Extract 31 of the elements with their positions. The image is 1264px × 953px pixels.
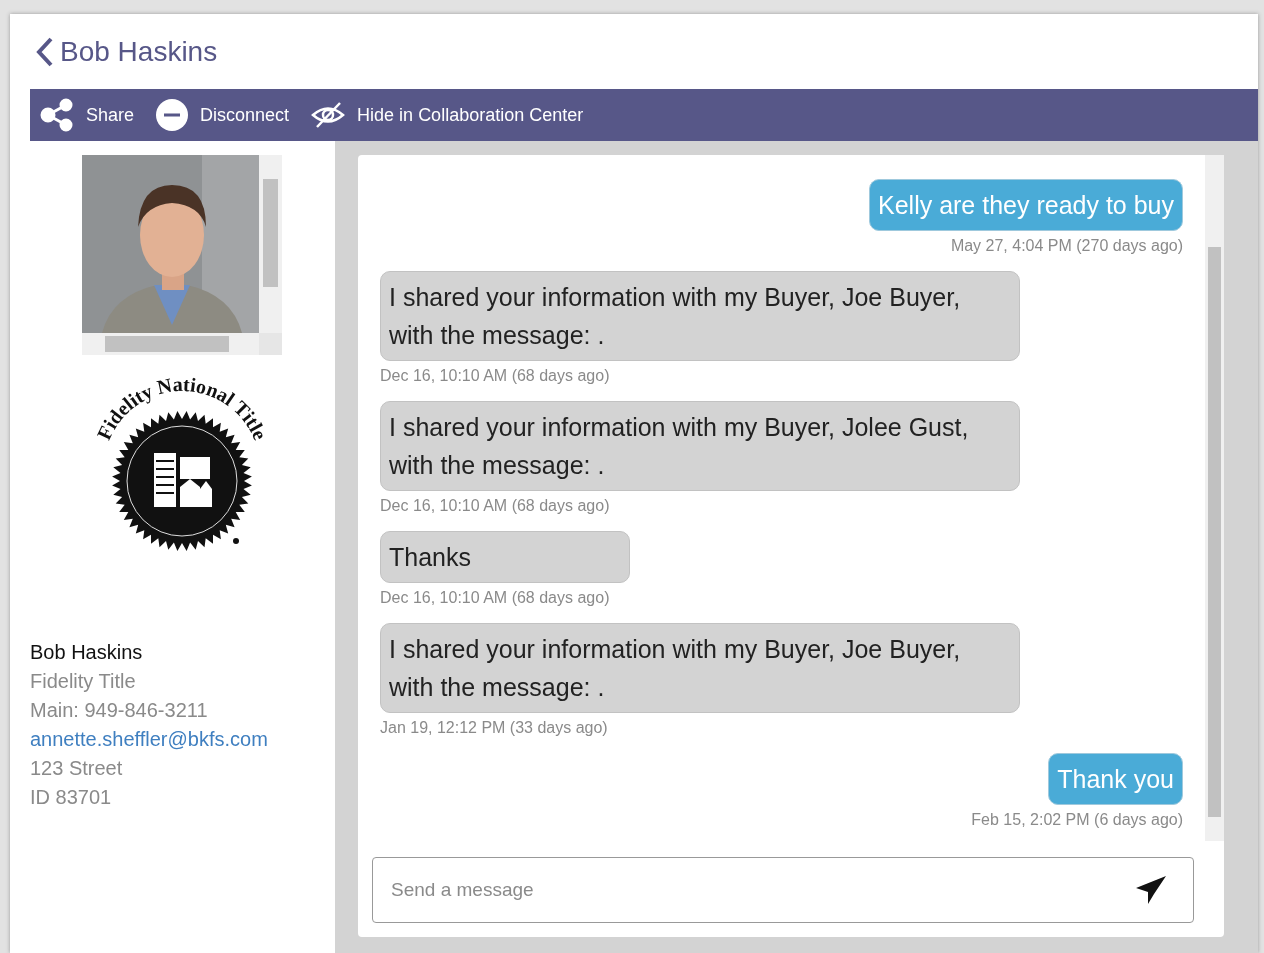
- disconnect-button[interactable]: Disconnect: [156, 99, 290, 131]
- address-line: ID 83701: [30, 786, 113, 809]
- message-bubble: I shared your information with my Buyer, Jolee Gust, with the message: .: [380, 401, 1020, 491]
- message-time: Dec 16, 10:10 AM (68 days ago): [380, 367, 610, 385]
- message-time: May 27, 4:04 PM (270 days ago): [950, 237, 1183, 255]
- message-bubble: I shared your information with my Buyer, Joe Buyer, with the message: .: [380, 623, 1020, 713]
- email-link[interactable]: annette.sheffler@bkfs.com: [30, 728, 335, 751]
- send-button[interactable]: [1134, 874, 1168, 906]
- message-bubble: Thank you: [1048, 753, 1183, 805]
- address-line: 123 Street: [30, 757, 124, 780]
- message-time: Jan 19, 12:12 PM (33 days ago): [380, 719, 608, 737]
- contact-title: Bob Haskins: [60, 35, 218, 68]
- scrollbar-corner: [259, 333, 282, 355]
- message-time: Dec 16, 10:10 AM (68 days ago): [380, 497, 610, 515]
- share-button[interactable]: Share: [40, 98, 135, 132]
- message-field[interactable]: Send a message: [372, 857, 1194, 923]
- message-bubble: Thanks: [380, 531, 630, 583]
- company-name: Fidelity Title: [30, 670, 137, 693]
- paper-plane-icon: [1134, 874, 1168, 906]
- eye-slash-icon: [311, 102, 346, 128]
- message-time: Dec 16, 10:10 AM (68 days ago): [380, 589, 610, 607]
- hide-button[interactable]: Hide in Collaboration Center: [311, 102, 584, 128]
- share-icon: [40, 98, 74, 132]
- phone-number: Main: 949-846-3211: [30, 699, 209, 722]
- minus-circle-icon: [156, 99, 189, 131]
- message-bubble: I shared your information with my Buyer, Joe Buyer, with the message: .: [380, 271, 1020, 361]
- message-bubble: Kelly are they ready to buy: [869, 179, 1183, 231]
- back-icon[interactable]: [36, 36, 54, 67]
- message-time: Feb 15, 2:02 PM (6 days ago): [971, 811, 1183, 829]
- chat-scrollbar[interactable]: [1205, 155, 1224, 841]
- contact-name: Bob Haskins: [30, 641, 144, 664]
